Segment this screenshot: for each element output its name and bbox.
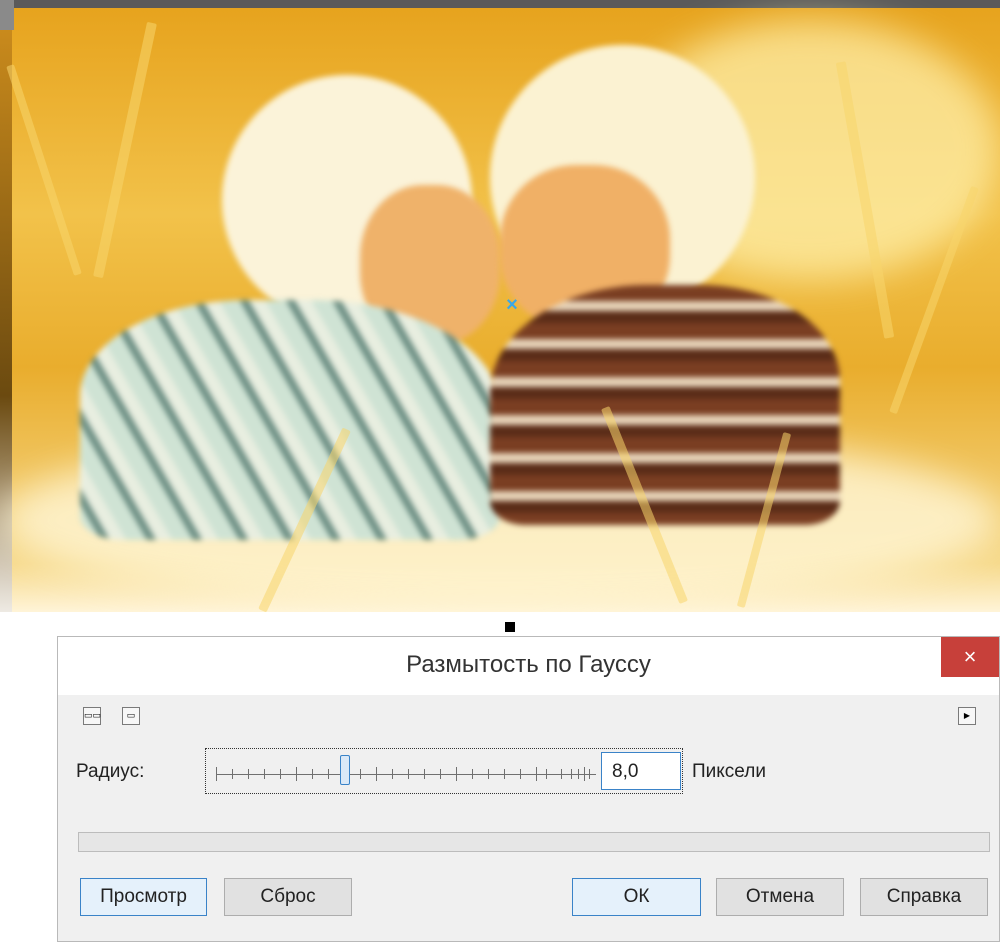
single-view-icon[interactable]: ▭ [122, 707, 140, 725]
slider-tick [472, 769, 473, 779]
wheat-stalk [6, 64, 82, 276]
units-label: Пиксели [692, 761, 766, 782]
reset-button[interactable]: Сброс [224, 878, 352, 916]
resize-handle[interactable] [505, 622, 515, 632]
slider-tick [248, 769, 249, 779]
slider-tick [589, 769, 590, 779]
slider-tick [578, 769, 579, 779]
slider-thumb[interactable] [340, 755, 351, 785]
dialog-titlebar[interactable]: Размытость по Гауссу × [58, 637, 999, 695]
child-left-shirt [80, 300, 500, 540]
dialog-title: Размытость по Гауссу [406, 651, 651, 678]
image-canvas[interactable]: × [0, 0, 1000, 612]
slider-tick [408, 769, 409, 779]
slider-tick [520, 769, 521, 779]
slider-tick [488, 769, 489, 779]
preview-button[interactable]: Просмотр [80, 878, 207, 916]
wheat-stalk [93, 21, 157, 279]
slider-tick [312, 769, 313, 779]
slider-tick [232, 769, 233, 779]
slider-tick [424, 769, 425, 779]
slider-tick [264, 769, 265, 779]
gaussian-blur-dialog: Размытость по Гауссу × ▭▭ ▭ ▶ Радиус: 8,… [57, 636, 1000, 942]
crosshair-marker-icon[interactable]: × [503, 295, 521, 315]
radius-label: Радиус: [76, 761, 145, 782]
slider-tick [504, 769, 505, 779]
slider-tick [216, 767, 217, 781]
slider-tick [440, 769, 441, 779]
slider-ticks [216, 767, 596, 781]
slider-tick [536, 767, 537, 781]
progress-bar [78, 832, 990, 852]
expand-arrow-icon[interactable]: ▶ [958, 707, 976, 725]
slider-tick [328, 769, 329, 779]
slider-tick [392, 769, 393, 779]
slider-tick [571, 769, 572, 779]
help-button[interactable]: Справка [860, 878, 988, 916]
close-button[interactable]: × [941, 637, 999, 677]
slider-tick [280, 769, 281, 779]
radius-value-input[interactable]: 8,0 [601, 752, 681, 790]
slider-tick [296, 767, 297, 781]
slider-tick [360, 769, 361, 779]
slider-tick [584, 767, 585, 781]
cancel-button[interactable]: Отмена [716, 878, 844, 916]
slider-tick [456, 767, 457, 781]
split-view-icon[interactable]: ▭▭ [83, 707, 101, 725]
ok-button[interactable]: ОК [572, 878, 701, 916]
canvas-top-strip [0, 0, 1000, 30]
slider-tick [546, 769, 547, 779]
slider-tick [561, 769, 562, 779]
slider-tick [376, 767, 377, 781]
child-right-shirt [490, 285, 840, 525]
